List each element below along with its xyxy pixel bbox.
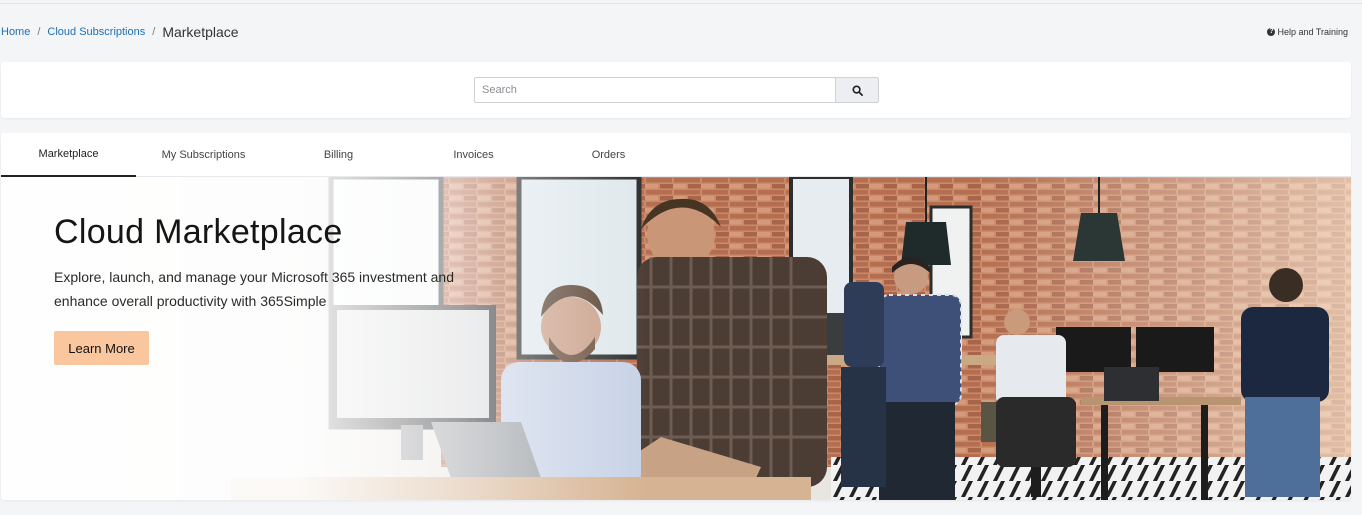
tab-billing[interactable]: Billing — [271, 133, 406, 177]
marketplace-card: Marketplace My Subscriptions Billing Inv… — [1, 133, 1351, 500]
breadcrumb-separator: / — [152, 26, 156, 38]
search-box — [474, 77, 879, 103]
tab-orders[interactable]: Orders — [541, 133, 676, 177]
search-icon — [851, 84, 863, 96]
hero-title: Cloud Marketplace — [54, 213, 343, 251]
breadcrumb: Home / Cloud Subscriptions / Marketplace — [1, 24, 239, 40]
breadcrumb-home-link[interactable]: Home — [1, 26, 30, 38]
tab-marketplace[interactable]: Marketplace — [1, 133, 136, 177]
tab-invoices[interactable]: Invoices — [406, 133, 541, 177]
top-divider — [0, 3, 1362, 4]
breadcrumb-cloud-subscriptions-link[interactable]: Cloud Subscriptions — [47, 26, 145, 38]
breadcrumb-current: Marketplace — [162, 24, 239, 40]
search-card — [1, 62, 1351, 118]
tab-bar: Marketplace My Subscriptions Billing Inv… — [1, 133, 1351, 177]
help-label: Help and Training — [1277, 27, 1348, 37]
hero-banner: Cloud Marketplace Explore, launch, and m… — [1, 177, 1351, 500]
search-button[interactable] — [835, 77, 879, 103]
question-circle-icon: ? — [1267, 28, 1276, 36]
breadcrumb-separator: / — [37, 26, 41, 38]
learn-more-button[interactable]: Learn More — [54, 331, 149, 365]
help-and-training-link[interactable]: ? Help and Training — [1267, 27, 1348, 37]
tab-my-subscriptions[interactable]: My Subscriptions — [136, 133, 271, 177]
hero-subtitle: Explore, launch, and manage your Microso… — [54, 269, 455, 309]
search-input[interactable] — [474, 77, 835, 103]
